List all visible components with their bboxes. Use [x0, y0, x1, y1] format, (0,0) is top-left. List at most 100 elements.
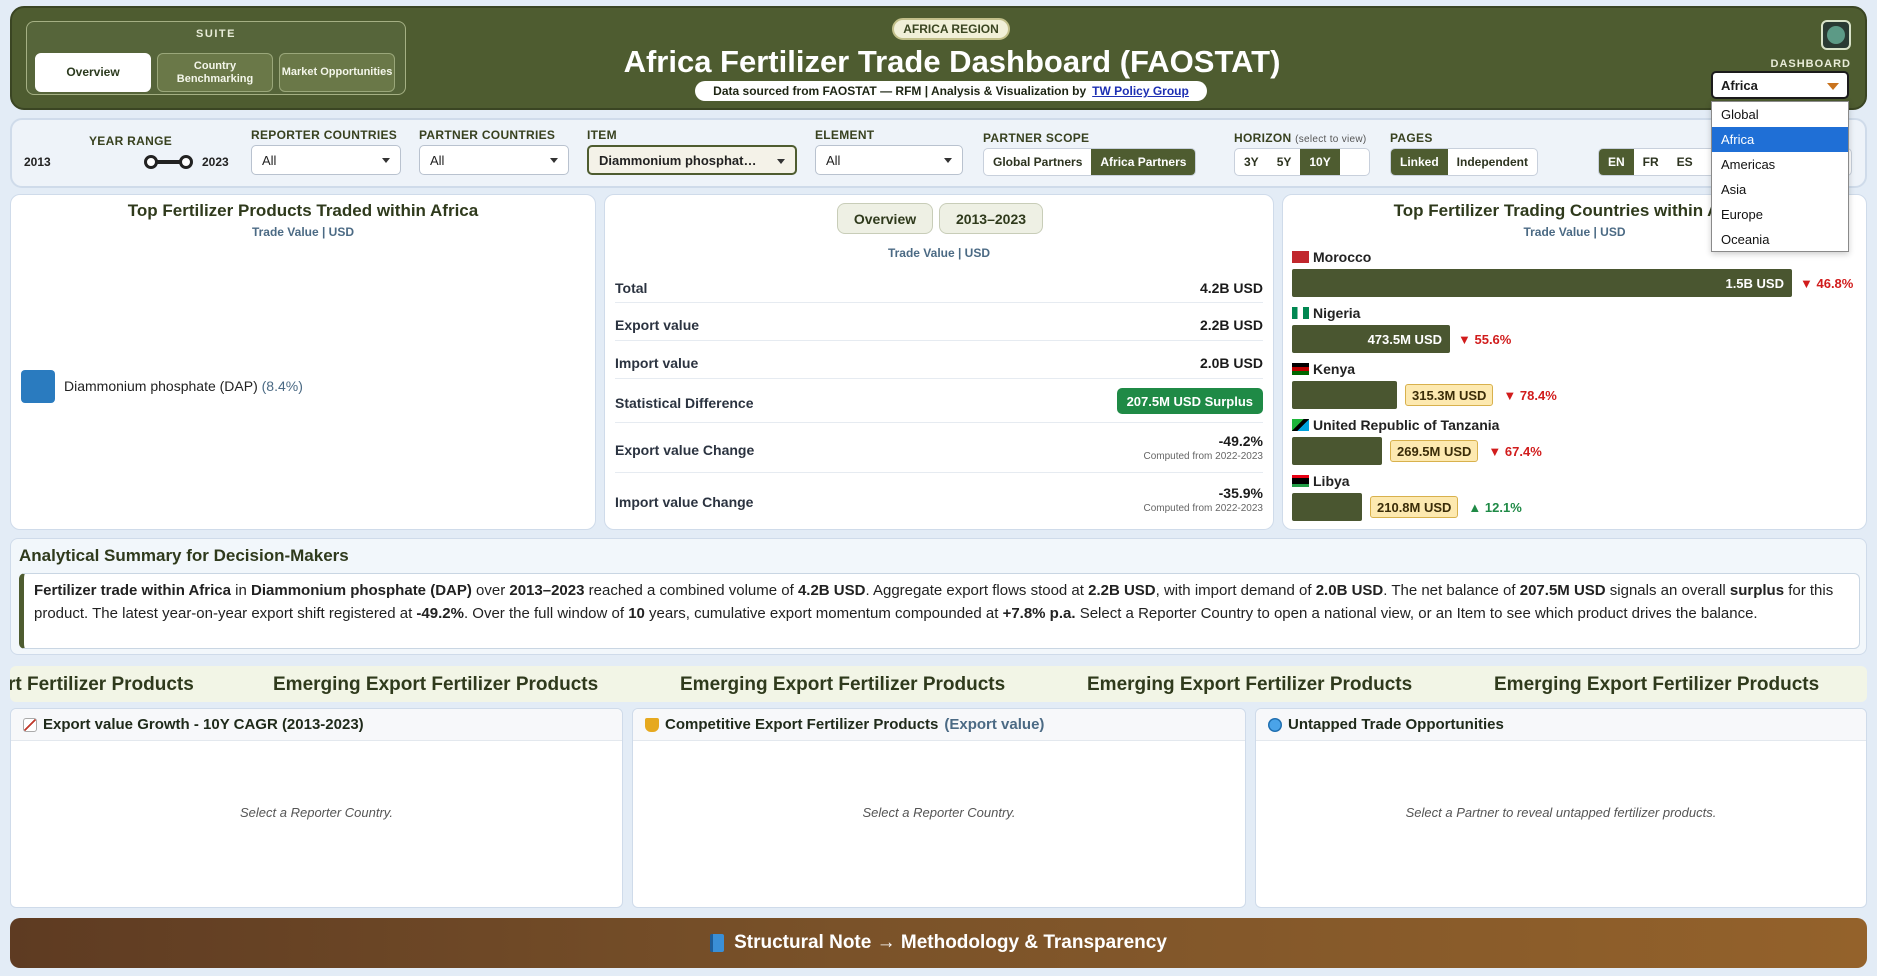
kpi-label: Total	[615, 280, 648, 296]
tab-overview[interactable]: Overview	[837, 203, 933, 234]
summary-part: Fertilizer trade within Africa	[34, 582, 231, 599]
dashboard-label: DASHBOARD	[1770, 58, 1851, 70]
dashboard-dropdown: Global Africa Americas Asia Europe Ocean…	[1711, 101, 1849, 252]
country-bar[interactable]	[1292, 381, 1397, 409]
summary-part: 2.0B USD	[1315, 582, 1384, 599]
dropdown-option-africa[interactable]: Africa	[1712, 127, 1848, 152]
suite-tab-country-benchmarking[interactable]: Country Benchmarking	[157, 53, 273, 92]
lang-fr[interactable]: FR	[1634, 149, 1668, 175]
kenya-flag-icon	[1292, 363, 1309, 375]
year-start-handle[interactable]	[144, 155, 158, 169]
country-name: United Republic of Tanzania	[1313, 417, 1500, 433]
dashboard-select[interactable]: Africa	[1711, 71, 1849, 99]
kpi-value: 2.0B USD	[1199, 355, 1263, 371]
methodology-button[interactable]: Structural Note → Methodology & Transpar…	[10, 918, 1867, 968]
products-title: Top Fertilizer Products Traded within Af…	[127, 201, 479, 220]
horizon-5y[interactable]: 5Y	[1268, 149, 1301, 175]
lang-en[interactable]: EN	[1599, 149, 1634, 175]
horizon-label-text: HORIZON	[1234, 131, 1292, 145]
tab-period[interactable]: 2013–2023	[939, 203, 1043, 234]
surplus-badge: 207.5M USD Surplus	[1116, 388, 1263, 414]
legend-name: Diammonium phosphate (DAP)	[64, 378, 258, 394]
summary-part: reached a combined volume of	[584, 582, 798, 599]
ticker-item: Emerging Export Fertilizer Products	[1494, 674, 1820, 695]
item-select[interactable]: Diammonium phosphat…	[587, 145, 797, 175]
methodology-label: Structural Note → Methodology & Transpar…	[734, 932, 1167, 953]
dropdown-option-americas[interactable]: Americas	[1712, 152, 1848, 177]
pages-toggle: Linked Independent	[1390, 148, 1539, 176]
policy-group-link[interactable]: TW Policy Group	[1092, 84, 1189, 98]
country-value: 1.5B USD	[1725, 275, 1784, 291]
horizon-toggle: 3Y 5Y 10Y	[1234, 148, 1370, 176]
dropdown-option-oceania[interactable]: Oceania	[1712, 227, 1848, 252]
products-ticker: rt Fertilizer Products Emerging Export F…	[10, 666, 1867, 702]
scope-africa-partners[interactable]: Africa Partners	[1091, 149, 1196, 175]
summary-part: 4.2B USD	[797, 582, 866, 599]
summary-part: 2.2B USD	[1088, 582, 1156, 599]
chevron-down-icon	[944, 158, 952, 163]
summary-part: Select a Reporter Country to open a nati…	[1075, 605, 1758, 622]
panel-header: Export value Growth - 10Y CAGR (2013-202…	[11, 709, 622, 741]
chart-up-icon	[23, 717, 37, 732]
ticker-item: rt Fertilizer Products	[10, 674, 194, 695]
page-title: Africa Fertilizer Trade Dashboard (FAOST…	[623, 44, 1281, 79]
pages-independent[interactable]: Independent	[1448, 149, 1537, 175]
summary-part: years, cumulative export momentum compou…	[644, 605, 1003, 622]
partner-select[interactable]: All	[419, 145, 569, 175]
dropdown-option-global[interactable]: Global	[1712, 102, 1848, 127]
kpi-row-stat-diff: Statistical Difference 207.5M USD Surplu…	[615, 379, 1263, 423]
partner-label: PARTNER COUNTRIES	[419, 128, 556, 142]
legend-item-dap[interactable]: Diammonium phosphate (DAP) (8.4%)	[64, 378, 303, 394]
kpi-value: 2.2B USD	[1199, 317, 1263, 333]
summary-part: 207.5M USD	[1519, 582, 1606, 599]
scope-label: PARTNER SCOPE	[983, 131, 1090, 145]
reporter-value: All	[262, 152, 277, 168]
legend-swatch	[21, 370, 55, 403]
nigeria-flag-icon	[1292, 307, 1309, 319]
lang-es[interactable]: ES	[1668, 149, 1702, 175]
kpi-label: Export value Change	[615, 442, 755, 458]
dashboard-select-value: Africa	[1721, 77, 1758, 93]
untapped-panel: Untapped Trade Opportunities Select a Pa…	[1255, 708, 1867, 908]
partner-value: All	[430, 152, 445, 168]
panel-message: Select a Reporter Country.	[862, 805, 1016, 820]
year-start: 2013	[24, 155, 51, 169]
country-change: ▼ 46.8%	[1800, 275, 1854, 291]
kpi-value: -49.2%	[1218, 433, 1263, 449]
book-icon	[710, 934, 725, 952]
summary-part: Diammonium phosphate (DAP)	[251, 582, 472, 599]
scope-global-partners[interactable]: Global Partners	[984, 149, 1091, 175]
suite-tab-market-opportunities[interactable]: Market Opportunities	[279, 53, 395, 92]
summary-part: . Aggregate export flows stood at	[865, 582, 1089, 599]
pages-linked[interactable]: Linked	[1391, 149, 1448, 175]
dropdown-option-europe[interactable]: Europe	[1712, 202, 1848, 227]
products-subtitle: Trade Value | USD	[251, 225, 355, 239]
country-value: 210.8M USD	[1370, 496, 1459, 518]
horizon-3y[interactable]: 3Y	[1235, 149, 1268, 175]
element-select[interactable]: All	[815, 145, 963, 175]
chevron-down-icon	[777, 159, 785, 164]
products-card: Top Fertilizer Products Traded within Af…	[10, 194, 596, 530]
year-end-handle[interactable]	[179, 155, 193, 169]
competitive-panel: Competitive Export Fertilizer Products (…	[632, 708, 1246, 908]
kpi-row-total: Total 4.2B USD	[615, 265, 1263, 303]
country-value: 269.5M USD	[1390, 440, 1479, 462]
summary-part: , with import demand of	[1155, 582, 1316, 599]
dropdown-option-asia[interactable]: Asia	[1712, 177, 1848, 202]
suite-tab-overview[interactable]: Overview	[35, 53, 151, 92]
summary-part: . The net balance of	[1383, 582, 1520, 599]
kpi-label: Import value Change	[615, 494, 754, 510]
kpi-label: Export value	[615, 317, 700, 333]
horizon-10y[interactable]: 10Y	[1300, 149, 1340, 175]
country-name: Kenya	[1313, 361, 1356, 377]
summary-part: +7.8% p.a.	[1002, 605, 1076, 622]
panel-message: Select a Reporter Country.	[240, 805, 393, 820]
cagr-panel: Export value Growth - 10Y CAGR (2013-202…	[10, 708, 623, 908]
country-change: ▲ 12.1%	[1468, 499, 1522, 515]
country-bar[interactable]	[1292, 437, 1382, 465]
country-bar[interactable]	[1292, 269, 1792, 297]
country-bar[interactable]	[1292, 493, 1362, 521]
country-name: Morocco	[1313, 249, 1372, 265]
morocco-flag-icon	[1292, 251, 1309, 263]
reporter-select[interactable]: All	[251, 145, 401, 175]
